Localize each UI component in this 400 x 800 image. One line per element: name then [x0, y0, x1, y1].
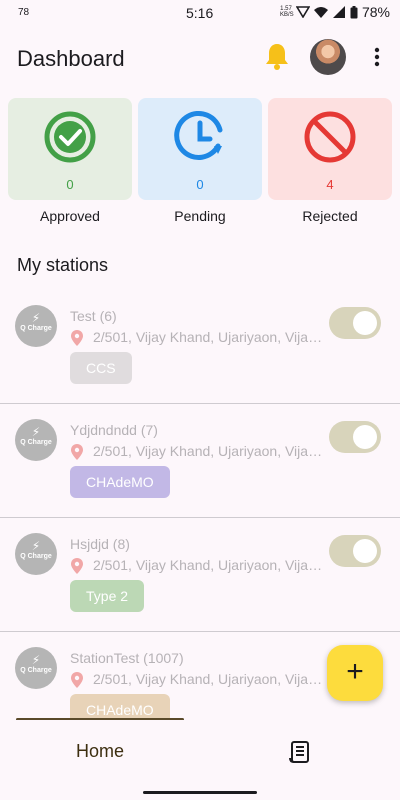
station-logo: ⚡ Q Charge: [15, 533, 57, 575]
more-vert-icon[interactable]: [370, 45, 384, 69]
network-speed: 1.57 KB/S: [279, 6, 294, 18]
station-logo: ⚡ Q Charge: [15, 419, 57, 461]
station-name: Hsjdjd (8): [70, 536, 130, 552]
location-pin-icon: [71, 444, 83, 460]
status-bar: 78 5:16 1.57 KB/S 78%: [0, 0, 400, 26]
toggle-knob: [353, 539, 377, 563]
station-name: Ydjdndndd (7): [70, 422, 158, 438]
connector-chip: Type 2: [70, 580, 145, 612]
clock-icon: [174, 111, 223, 160]
rejected-label: Rejected: [302, 208, 358, 224]
bottom-nav: Home: [0, 720, 400, 784]
wifi-icon: [313, 7, 328, 18]
pending-count: 0: [196, 177, 204, 192]
network-speed-unit: KB/S: [279, 12, 294, 18]
pending-label: Pending: [174, 208, 226, 224]
gesture-bar: [143, 791, 257, 794]
station-name: StationTest (1007): [70, 650, 184, 666]
approved-count: 0: [66, 177, 74, 192]
battery-icon: [350, 5, 358, 18]
signal-icon: [332, 6, 345, 18]
toggle-knob: [353, 425, 377, 449]
station-address: 2/501, Vijay Khand, Ujariyaon, Vijay Kha…: [93, 443, 325, 459]
nav-list-tab[interactable]: [200, 720, 400, 784]
pending-card[interactable]: 0: [138, 98, 262, 200]
location-pin-icon: [71, 330, 83, 346]
vpn-icon: [295, 6, 310, 18]
add-station-button[interactable]: +: [327, 645, 383, 701]
station-logo-text: Q Charge: [20, 325, 52, 332]
station-logo-text: Q Charge: [20, 553, 52, 560]
toggle-knob: [353, 311, 377, 335]
avatar[interactable]: [310, 39, 346, 75]
station-logo: ⚡ Q Charge: [15, 305, 57, 347]
station-item[interactable]: ⚡ Q Charge Ydjdndndd (7) 2/501, Vijay Kha…: [0, 405, 400, 518]
rejected-card[interactable]: 4: [268, 98, 392, 200]
station-address: 2/501, Vijay Khand, Ujariyaon, Vijay Kha…: [93, 671, 325, 687]
station-toggle[interactable]: [329, 535, 381, 567]
section-title: My stations: [17, 255, 109, 275]
bell-icon[interactable]: [264, 42, 290, 70]
station-logo-text: Q Charge: [20, 439, 52, 446]
receipt-list-icon: [289, 741, 309, 763]
station-address: 2/501, Vijay Khand, Ujariyaon, Vijay Kha…: [93, 329, 325, 345]
location-pin-icon: [71, 558, 83, 574]
approved-label: Approved: [40, 208, 100, 224]
status-right-group: 1.57 KB/S 78%: [280, 4, 390, 20]
battery-percent: 78%: [361, 4, 390, 20]
status-left-text: 78: [18, 7, 30, 18]
connector-chip: CHAdeMO: [70, 466, 170, 498]
station-logo-text: Q Charge: [20, 667, 52, 674]
page-title: Dashboard: [17, 46, 125, 71]
approved-card[interactable]: 0: [8, 98, 132, 200]
connector-chip: CCS: [70, 352, 132, 384]
check-circle-icon: [44, 111, 96, 163]
station-address: 2/501, Vijay Khand, Ujariyaon, Vijay Kha…: [93, 557, 325, 573]
station-toggle[interactable]: [329, 307, 381, 339]
location-pin-icon: [71, 672, 83, 688]
station-item[interactable]: ⚡ Q Charge Test (6) 2/501, Vijay Khand, U…: [0, 291, 400, 404]
block-icon: [304, 111, 356, 163]
station-name: Test (6): [70, 308, 117, 324]
station-item[interactable]: ⚡ Q Charge Hsjdjd (8) 2/501, Vijay Khand,…: [0, 519, 400, 632]
status-time: 5:16: [186, 5, 214, 21]
nav-home-tab[interactable]: Home: [0, 720, 200, 784]
rejected-count: 4: [326, 177, 334, 192]
summary-cards: 0 0 4 Approved Pending Rejected: [8, 98, 392, 230]
connector-chip: CHAdeMO: [70, 694, 170, 718]
station-toggle[interactable]: [329, 421, 381, 453]
station-logo: ⚡ Q Charge: [15, 647, 57, 689]
